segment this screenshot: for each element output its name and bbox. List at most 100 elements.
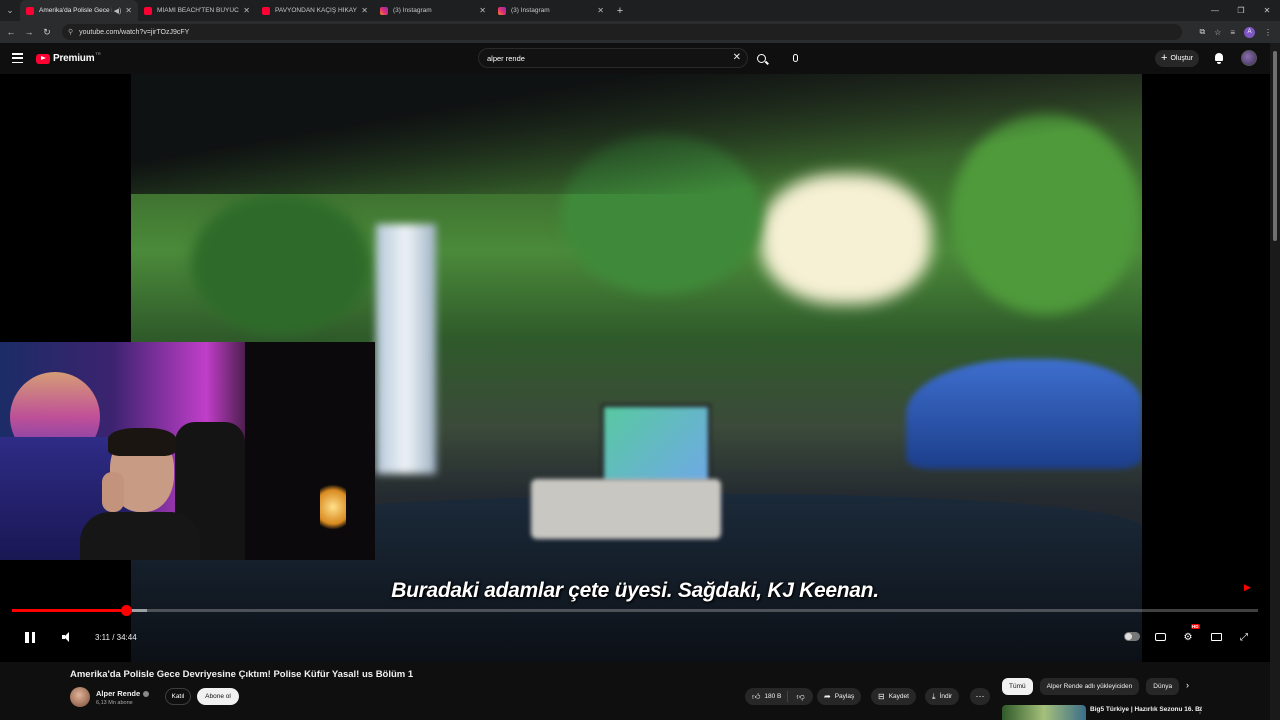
like-button[interactable]: 👍︎ 180 B [745, 691, 788, 702]
video-tree [191, 194, 371, 334]
gear-icon: ⚙ [1183, 631, 1193, 643]
logo-country-code: TR [95, 51, 101, 56]
youtube-premium-logo[interactable]: Premium TR [36, 51, 101, 64]
speaker-icon[interactable]: ◀) [114, 7, 122, 15]
plus-icon: + [1161, 52, 1168, 64]
browser-tab-2[interactable]: MİAMİ BEACH'TEN BÜYÜCÜN ✕ [138, 0, 256, 21]
bookmark-star-icon[interactable]: ☆ [1214, 28, 1221, 37]
logo-text: Premium [53, 53, 95, 64]
chip-all[interactable]: Tümü [1002, 678, 1033, 695]
settings-button[interactable]: ⚙ [1181, 630, 1195, 644]
watch-metadata: Amerika'da Polisle Gece Devriyesine Çıkt… [0, 662, 1270, 720]
window-controls: — ❐ ✕ [1202, 0, 1280, 21]
tab-title: (3) Instagram [511, 7, 550, 14]
video-windshield-shade [131, 74, 1142, 194]
subscribe-button[interactable]: Abone ol [197, 688, 239, 705]
tab-close-icon[interactable]: ✕ [361, 6, 368, 15]
scrollbar-thumb[interactable] [1273, 51, 1277, 241]
forward-arrow-icon[interactable]: → [20, 27, 38, 37]
recommended-video[interactable]: Big5 Türkiye | Hazırlık Sezonu 16. Bölüm… [1002, 705, 1212, 720]
tab-title: MİAMİ BEACH'TEN BÜYÜCÜN [157, 7, 240, 14]
restore-icon[interactable]: ❐ [1228, 0, 1254, 21]
browser-tab-3[interactable]: PAVYONDAN KAÇIŞ HİKAYESİ | ✕ [256, 0, 374, 21]
fullscreen-button[interactable]: ⤢ [1237, 630, 1251, 644]
browser-tab-1[interactable]: Amerika'da Polisle Gece Devriyesine Çıkt… [20, 0, 138, 21]
recommended-title[interactable]: Big5 Türkiye | Hazırlık Sezonu 16. Bölüm… [1090, 705, 1202, 714]
tab-close-icon[interactable]: ✕ [479, 6, 486, 15]
join-button[interactable]: Katıl [165, 688, 191, 705]
theater-mode-button[interactable] [1209, 630, 1223, 644]
channel-name[interactable]: Alper Rende [96, 689, 150, 698]
tab-search-icon[interactable]: ⌄ [0, 0, 20, 21]
browser-tab-4[interactable]: (3) Instagram ✕ [374, 0, 492, 21]
download-label: İndir [939, 693, 953, 700]
site-info-icon[interactable]: ⚲ [68, 28, 73, 36]
search-button[interactable] [752, 50, 770, 66]
progress-bar[interactable] [12, 605, 1258, 616]
tab-close-icon[interactable]: ✕ [243, 6, 250, 15]
player-controls: 3:11 / 34:44 ⚙ HD ⤢ [0, 624, 1270, 650]
back-arrow-icon[interactable]: ← [2, 27, 20, 37]
hamburger-menu-icon[interactable] [12, 53, 23, 63]
webcam-shelf [245, 342, 375, 560]
played-bar [12, 609, 127, 612]
download-icon: ⤓ [932, 691, 936, 701]
dislike-button[interactable]: 👎︎ [788, 692, 813, 702]
next-video-indicator-icon[interactable]: ▶ [1244, 582, 1251, 593]
voice-search-button[interactable] [786, 50, 804, 66]
create-button[interactable]: + Oluştur [1155, 50, 1199, 67]
tab-title: PAVYONDAN KAÇIŞ HİKAYESİ | [275, 7, 357, 14]
reload-icon[interactable]: ↻ [38, 27, 56, 38]
theater-icon [1210, 633, 1222, 641]
browser-profile-avatar[interactable]: A [1244, 26, 1255, 38]
video-pillar [376, 224, 436, 474]
browser-tab-bar: ⌄ Amerika'da Polisle Gece Devriyesine Çı… [0, 0, 1280, 21]
chip-from-uploader[interactable]: Alper Rende adlı yükleyiciden [1039, 678, 1140, 695]
minimize-icon[interactable]: — [1202, 0, 1228, 21]
clear-search-icon[interactable]: ✕ [733, 52, 741, 63]
chip-world[interactable]: Dünya [1146, 678, 1180, 695]
account-avatar[interactable] [1241, 50, 1257, 66]
tab-close-icon[interactable]: ✕ [125, 6, 132, 15]
more-actions-button[interactable]: ⋯ [970, 688, 990, 705]
page-scrollbar[interactable] [1270, 43, 1280, 720]
new-tab-plus-icon[interactable]: + [610, 5, 630, 17]
video-title: Amerika'da Polisle Gece Devriyesine Çıkt… [70, 669, 414, 680]
fullscreen-icon: ⤢ [1240, 631, 1248, 643]
search-icon [756, 53, 766, 63]
browser-menu-icon[interactable]: ⋮ [1264, 28, 1272, 37]
address-bar[interactable]: ⚲ youtube.com/watch?v=jirTOzJ9cFY [62, 24, 1182, 40]
subtitles-button[interactable] [1153, 630, 1167, 644]
share-button[interactable]: ➦ Paylaş [817, 688, 862, 705]
autoplay-toggle[interactable] [1124, 632, 1140, 641]
video-dash-device [531, 479, 721, 539]
recommended-thumbnail[interactable] [1002, 705, 1086, 720]
tab-title: Amerika'da Polisle Gece Devriyesine Çıkt… [39, 7, 112, 14]
hd-badge: HD [1191, 624, 1200, 629]
window-close-icon[interactable]: ✕ [1254, 0, 1280, 21]
video-subtitle: Buradaki adamlar çete üyesi. Sağdaki, KJ… [391, 579, 879, 602]
download-button[interactable]: ⤓ İndir [925, 688, 960, 705]
toolbar-actions: ⧉ ☆ ≡ A ⋮ [1199, 21, 1272, 43]
streamer-body [80, 512, 200, 560]
media-controls-icon[interactable]: ≡ [1230, 28, 1235, 37]
save-button[interactable]: ⊟ Kaydet [871, 688, 916, 705]
tab-title: (3) Instagram [393, 7, 432, 14]
pause-button[interactable] [22, 624, 38, 650]
more-horizontal-icon: ⋯ [975, 691, 985, 701]
verified-badge-icon [143, 691, 150, 698]
search-input[interactable]: alper rende ✕ [478, 48, 748, 68]
chips-next-arrow-icon[interactable]: › [1186, 680, 1189, 690]
notifications-bell-icon[interactable] [1214, 53, 1224, 64]
channel-avatar[interactable] [70, 687, 90, 707]
channel-name-text[interactable]: Alper Rende [96, 689, 140, 698]
video-dash-screen [601, 404, 711, 484]
mute-button[interactable] [60, 624, 76, 650]
video-player[interactable]: Buradaki adamlar çete üyesi. Sağdaki, KJ… [0, 74, 1270, 662]
tab-close-icon[interactable]: ✕ [597, 6, 604, 15]
recommended-menu-icon[interactable]: ⋮ [1196, 706, 1204, 715]
install-app-icon[interactable]: ⧉ [1199, 27, 1205, 37]
browser-tab-5[interactable]: (3) Instagram ✕ [492, 0, 610, 21]
browser-toolbar: ← → ↻ ⚲ youtube.com/watch?v=jirTOzJ9cFY … [0, 21, 1280, 43]
instagram-favicon-icon [380, 6, 388, 15]
